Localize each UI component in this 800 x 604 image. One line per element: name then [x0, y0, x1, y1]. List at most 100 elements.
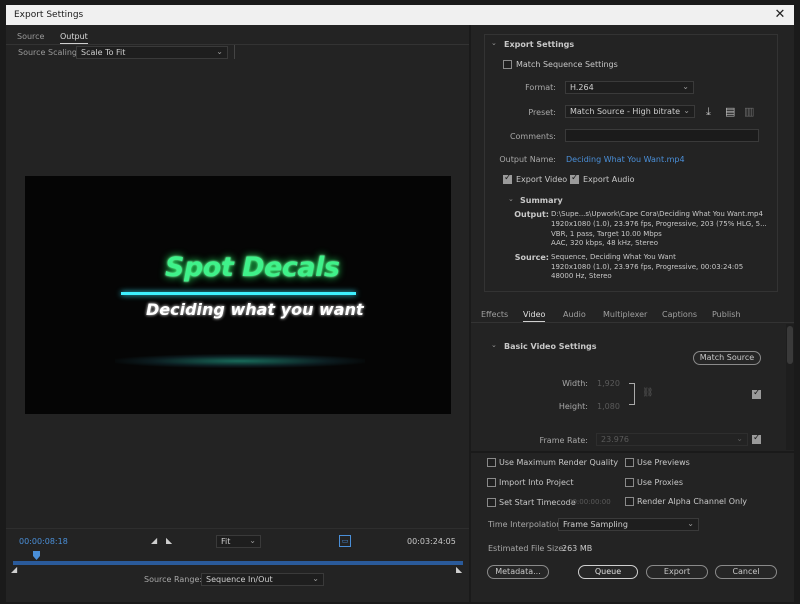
- import-preset-icon[interactable]: ▤: [725, 105, 735, 118]
- preset-select[interactable]: Match Source - High bitrate ⌄: [565, 105, 695, 118]
- time-interpolation-value: Frame Sampling: [563, 520, 628, 529]
- match-sequence-checkbox[interactable]: [503, 60, 512, 69]
- width-value: 1,920: [597, 379, 620, 388]
- close-icon[interactable]: ✕: [772, 7, 788, 23]
- preview-underline: [121, 292, 356, 295]
- summary-output-line: D:\Supe...s\Upwork\Cape Cora\Deciding Wh…: [551, 210, 763, 218]
- width-height-checkbox[interactable]: [752, 388, 761, 399]
- tab-video[interactable]: Video: [523, 310, 546, 322]
- use-previews-checkbox[interactable]: [625, 458, 634, 467]
- crop-output-icon[interactable]: ▭: [339, 535, 351, 547]
- import-project-checkbox[interactable]: [487, 478, 496, 487]
- summary-source-line: Sequence, Deciding What You Want: [551, 253, 676, 261]
- file-size-value: 263 MB: [562, 544, 593, 553]
- render-alpha-checkbox[interactable]: [625, 497, 634, 506]
- preset-value: Match Source - High bitrate: [570, 107, 681, 116]
- set-out-point-icon[interactable]: ◣: [166, 536, 172, 545]
- collapse-summary-icon[interactable]: ⌄: [508, 195, 514, 203]
- source-scaling-label: Source Scaling:: [18, 48, 80, 57]
- summary-source-line: 1920x1080 (1.0), 23.976 fps, Progressive…: [551, 263, 744, 271]
- render-alpha-label: Render Alpha Channel Only: [637, 497, 748, 506]
- time-interpolation-select[interactable]: Frame Sampling ⌄: [558, 518, 699, 531]
- summary-output-line: AAC, 320 kbps, 48 kHz, Stereo: [551, 239, 658, 247]
- preview-divider: [6, 528, 469, 529]
- frame-rate-checkbox[interactable]: [752, 433, 761, 444]
- use-proxies-label: Use Proxies: [637, 478, 683, 487]
- width-label: Width:: [562, 379, 588, 388]
- preset-label: Preset:: [528, 108, 556, 117]
- window-title: Export Settings: [14, 10, 84, 20]
- chevron-down-icon: ⌄: [687, 519, 694, 528]
- queue-button[interactable]: Queue: [578, 565, 638, 579]
- export-audio-checkbox[interactable]: [570, 173, 579, 184]
- frame-rate-select[interactable]: 23.976 ⌄: [596, 433, 748, 446]
- link-bracket: [629, 383, 635, 405]
- toolbar-divider: [234, 45, 235, 59]
- chevron-down-icon: ⌄: [682, 82, 689, 91]
- collapse-export-icon[interactable]: ⌄: [491, 39, 497, 47]
- chevron-down-icon: ⌄: [216, 47, 223, 56]
- in-marker-icon[interactable]: ◢: [11, 565, 17, 574]
- format-value: H.264: [570, 83, 594, 92]
- tab-captions[interactable]: Captions: [662, 310, 697, 319]
- delete-preset-icon[interactable]: ▥: [744, 105, 754, 118]
- frame-rate-label: Frame Rate:: [539, 436, 588, 445]
- chevron-down-icon: ⌄: [736, 434, 743, 443]
- title-bar: Export Settings ✕: [6, 5, 794, 25]
- summary-output-line: 1920x1080 (1.0), 23.976 fps, Progressive…: [551, 220, 767, 228]
- chevron-down-icon: ⌄: [312, 574, 319, 583]
- tab-source[interactable]: Source: [17, 32, 44, 41]
- height-value: 1,080: [597, 402, 620, 411]
- tab-effects[interactable]: Effects: [481, 310, 508, 319]
- file-size-label: Estimated File Size:: [488, 544, 567, 553]
- match-source-button[interactable]: Match Source: [693, 351, 761, 365]
- use-proxies-checkbox[interactable]: [625, 478, 634, 487]
- tab-audio[interactable]: Audio: [563, 310, 586, 319]
- summary-header: Summary: [520, 196, 563, 205]
- timeline-bar[interactable]: [13, 561, 463, 565]
- height-label: Height:: [558, 402, 588, 411]
- set-in-point-icon[interactable]: ◢: [151, 536, 157, 545]
- start-timecode-value[interactable]: 00:00:00:00: [568, 498, 611, 506]
- source-scaling-value: Scale To Fit: [81, 48, 126, 57]
- tab-publish[interactable]: Publish: [712, 310, 741, 319]
- comments-label: Comments:: [509, 132, 556, 141]
- format-select[interactable]: H.264 ⌄: [565, 81, 694, 94]
- current-timecode[interactable]: 00:00:08:18: [19, 537, 68, 546]
- cancel-button[interactable]: Cancel: [715, 565, 777, 579]
- output-name-label: Output Name:: [499, 155, 556, 164]
- preview-title-text: Spot Decals: [165, 252, 340, 283]
- max-render-checkbox[interactable]: [487, 458, 496, 467]
- source-range-label: Source Range:: [144, 575, 203, 584]
- source-range-select[interactable]: Sequence In/Out ⌄: [201, 573, 324, 586]
- summary-source-label: Source:: [514, 253, 549, 262]
- export-video-checkbox[interactable]: [503, 173, 512, 184]
- tab-output[interactable]: Output: [60, 32, 88, 44]
- tab-divider: [6, 44, 469, 45]
- export-audio-label: Export Audio: [583, 175, 635, 184]
- tab-multiplexer[interactable]: Multiplexer: [603, 310, 647, 319]
- options-divider: [471, 451, 794, 453]
- source-range-value: Sequence In/Out: [206, 575, 273, 584]
- basic-video-header: Basic Video Settings: [504, 342, 597, 351]
- scrollbar-thumb[interactable]: [787, 326, 793, 364]
- collapse-basic-video-icon[interactable]: ⌄: [491, 341, 497, 349]
- source-scaling-select[interactable]: Scale To Fit ⌄: [76, 46, 228, 59]
- start-timecode-label: Set Start Timecode: [499, 498, 576, 507]
- start-timecode-checkbox[interactable]: [487, 498, 496, 507]
- zoom-select[interactable]: Fit ⌄: [216, 535, 261, 548]
- import-project-label: Import Into Project: [499, 478, 574, 487]
- comments-input[interactable]: [565, 129, 759, 142]
- use-previews-label: Use Previews: [637, 458, 690, 467]
- summary-output-label: Output:: [514, 210, 549, 219]
- max-render-label: Use Maximum Render Quality: [499, 458, 619, 467]
- metadata-button[interactable]: Metadata...: [487, 565, 549, 579]
- match-sequence-label: Match Sequence Settings: [516, 60, 618, 69]
- out-marker-icon[interactable]: ◣: [456, 565, 462, 574]
- save-preset-icon[interactable]: ⤓: [706, 105, 711, 119]
- export-button[interactable]: Export: [646, 565, 708, 579]
- output-name-link[interactable]: Deciding What You Want.mp4: [566, 155, 685, 164]
- settings-scrollbar[interactable]: [786, 324, 794, 450]
- frame-rate-value: 23.976: [601, 435, 629, 444]
- link-dimensions-icon[interactable]: ⛓: [642, 388, 653, 398]
